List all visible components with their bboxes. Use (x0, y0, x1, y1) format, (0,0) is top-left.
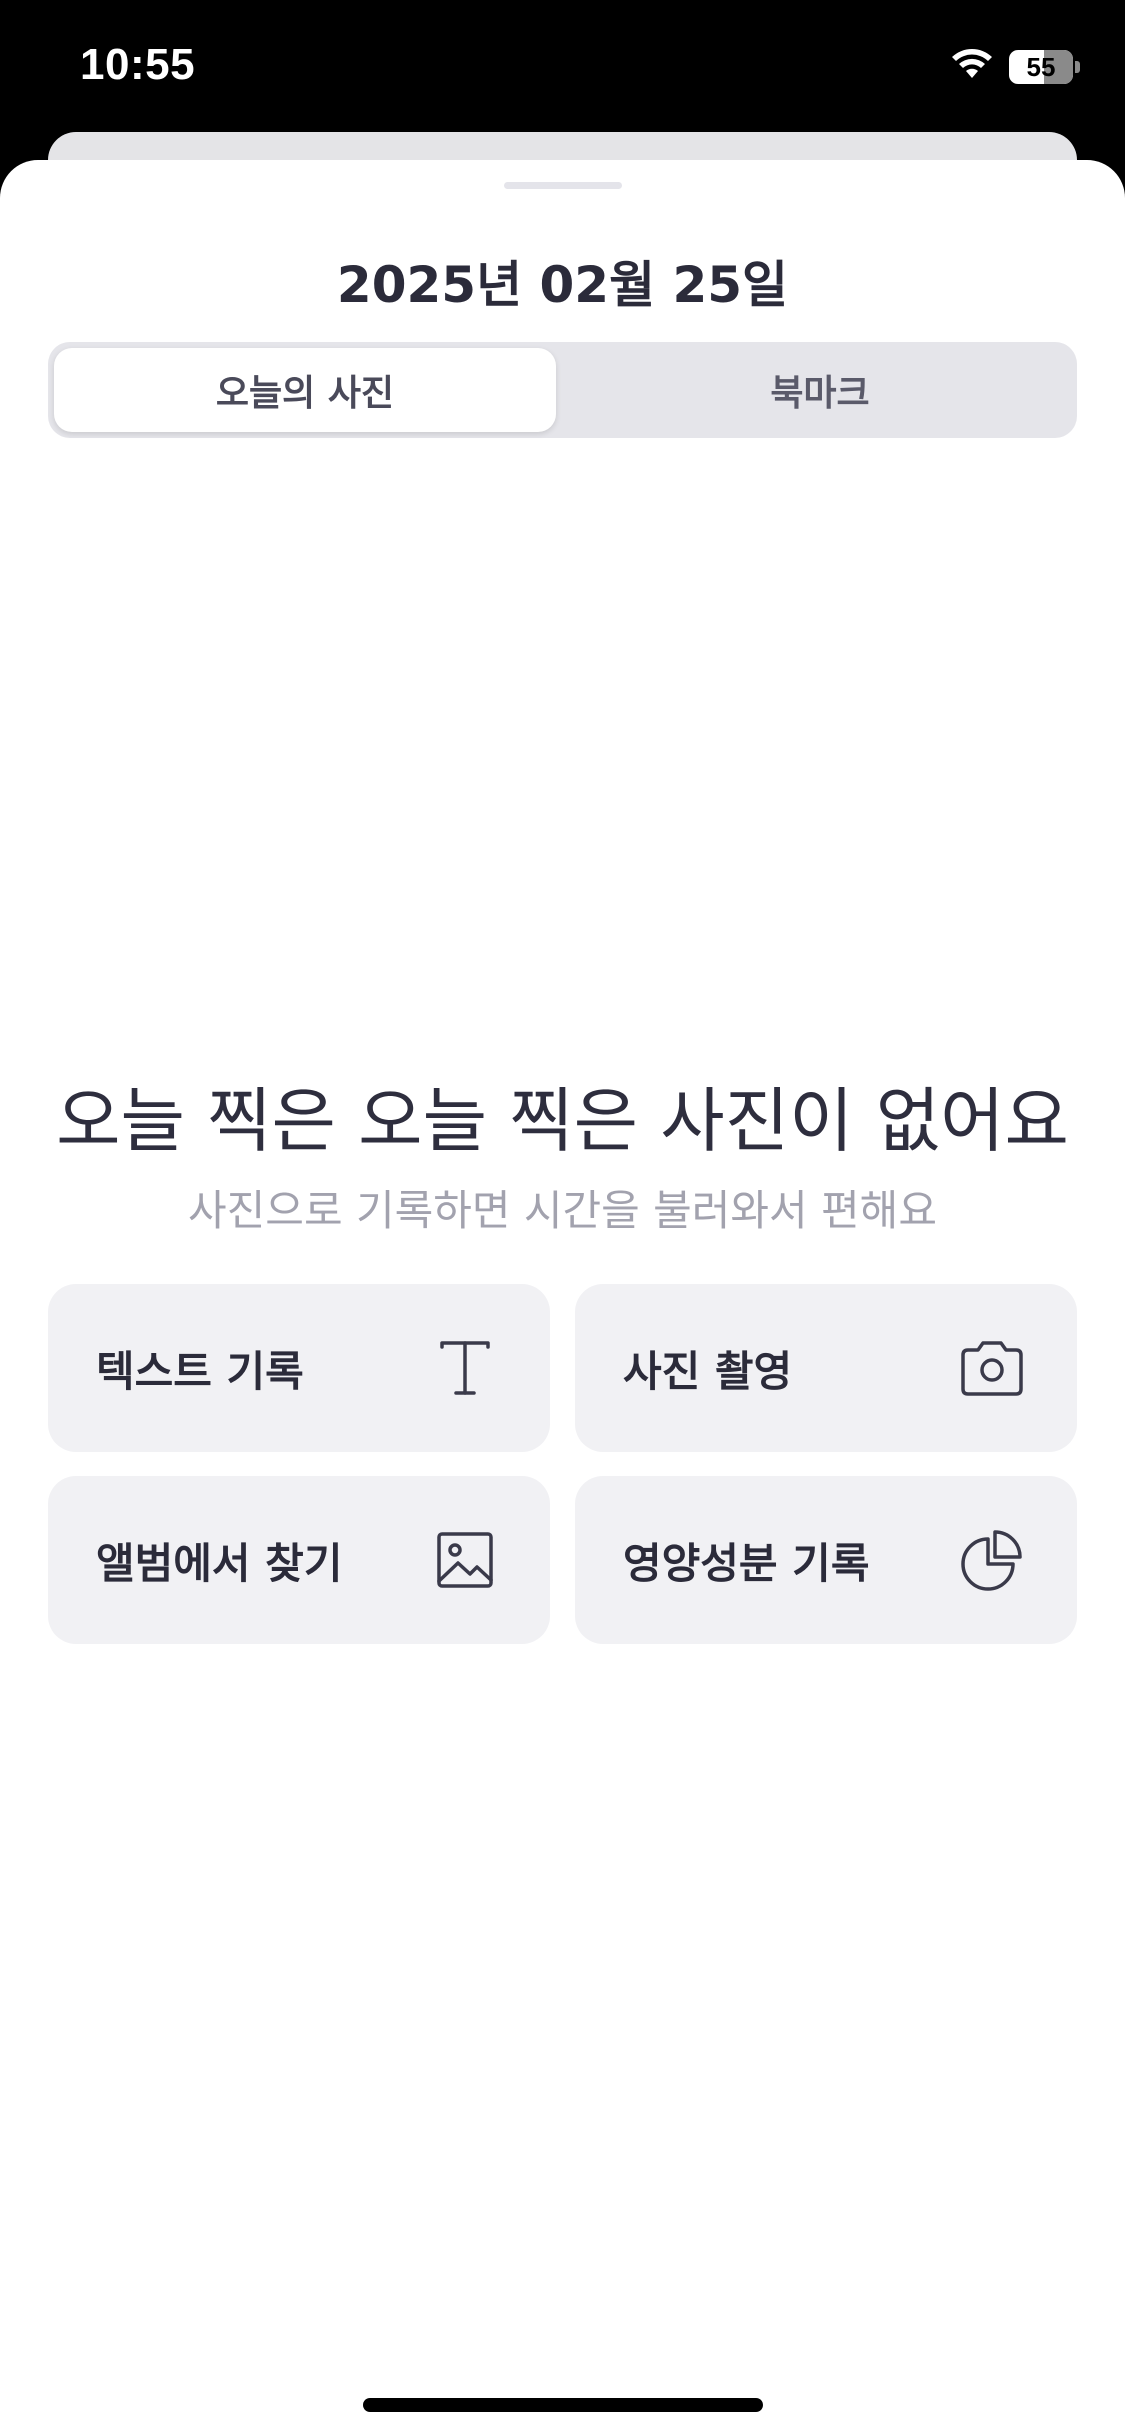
pie-chart-icon (957, 1525, 1027, 1595)
tab-bookmarks[interactable]: 북마크 (569, 348, 1071, 432)
status-bar: 10:55 55 (0, 0, 1125, 140)
bottom-sheet: 2025년 02월 25일 오늘의 사진 북마크 오늘 찍은 오늘 찍은 사진이… (0, 160, 1125, 2436)
text-record-label: 텍스트 기록 (96, 1346, 304, 1396)
empty-state-title: 오늘 찍은 오늘 찍은 사진이 없어요 (56, 1080, 1069, 1162)
camera-icon (957, 1333, 1027, 1403)
text-icon (430, 1333, 500, 1403)
battery-level: 55 (1026, 51, 1056, 82)
text-record-button[interactable]: 텍스트 기록 (48, 1284, 550, 1452)
battery-nub (1075, 61, 1080, 73)
image-icon (430, 1525, 500, 1595)
wifi-icon (949, 48, 995, 86)
sheet-grabber[interactable] (504, 182, 622, 189)
take-photo-label: 사진 촬영 (623, 1346, 793, 1396)
tab-todays-photos[interactable]: 오늘의 사진 (54, 348, 556, 432)
nutrition-record-button[interactable]: 영양성분 기록 (575, 1476, 1077, 1644)
album-search-button[interactable]: 앨범에서 찾기 (48, 1476, 550, 1644)
take-photo-button[interactable]: 사진 촬영 (575, 1284, 1077, 1452)
battery-icon: 55 (1009, 50, 1073, 84)
status-icons: 55 (949, 48, 1080, 86)
empty-state-subtitle: 사진으로 기록하면 시간을 불러와서 편해요 (188, 1186, 937, 1235)
home-indicator[interactable] (363, 2398, 763, 2412)
segmented-control: 오늘의 사진 북마크 (48, 342, 1077, 438)
album-search-label: 앨범에서 찾기 (96, 1538, 343, 1588)
sheet-title: 2025년 02월 25일 (336, 256, 789, 314)
status-time: 10:55 (80, 40, 196, 89)
nutrition-record-label: 영양성분 기록 (623, 1538, 870, 1588)
